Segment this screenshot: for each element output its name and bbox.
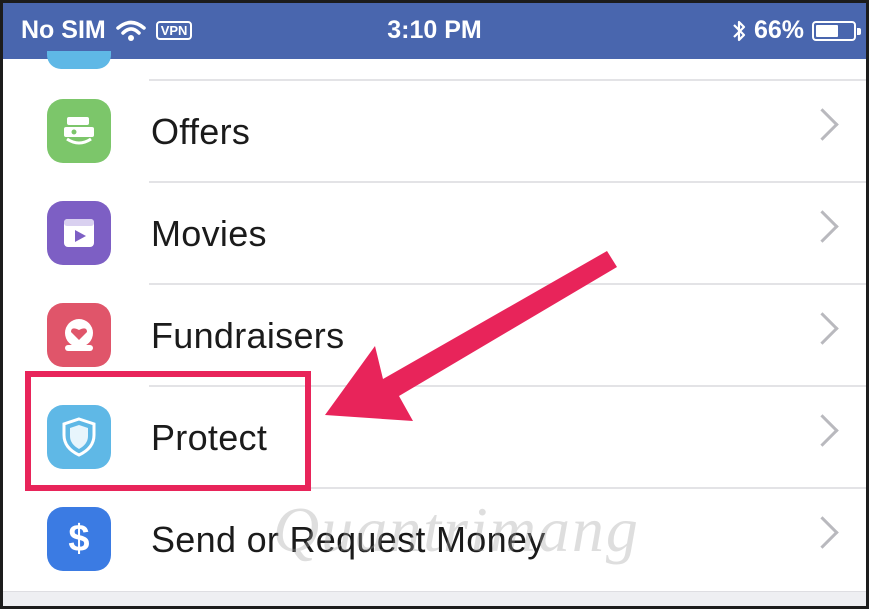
annotation-arrow bbox=[325, 251, 617, 421]
phone-screen: No SIM VPN 3:10 PM 66% Offers Movies Fun… bbox=[0, 0, 869, 609]
